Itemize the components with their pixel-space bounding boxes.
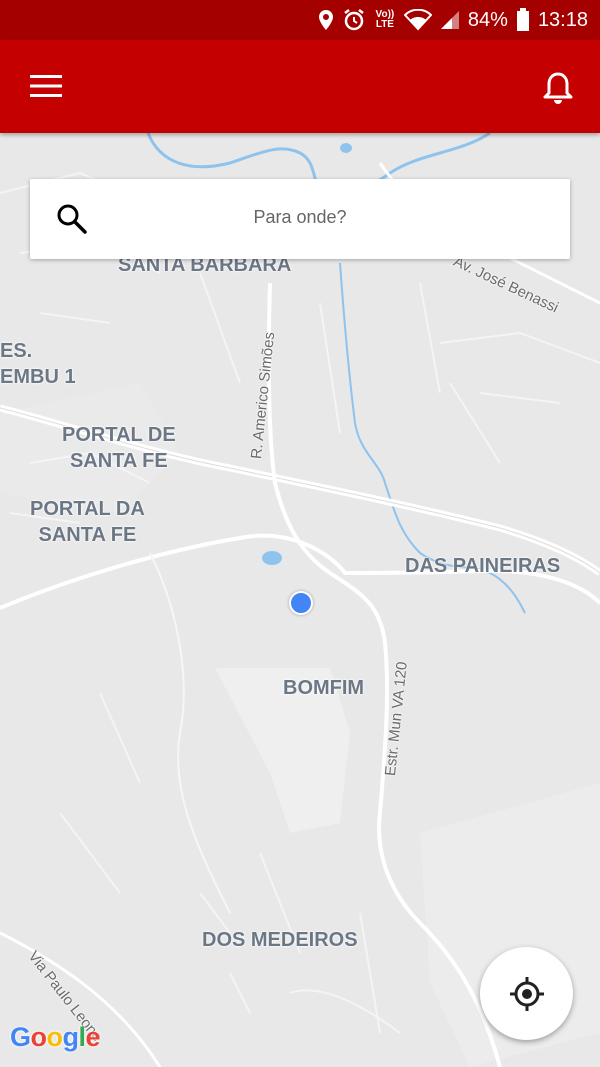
area-label-res-embu: ES. EMBU 1 [0, 340, 76, 388]
battery-percent: 84% [467, 8, 508, 31]
status-icons: Vo)) LTE 84% 13:18 [318, 0, 588, 40]
destination-search-box[interactable]: Para onde? [30, 179, 570, 259]
status-bar: Vo)) LTE 84% 13:18 [0, 0, 600, 40]
current-location-marker [289, 591, 313, 615]
area-label-portal-da-santa-fe: PORTAL DA SANTA FE [30, 498, 145, 546]
notifications-button[interactable] [534, 64, 582, 112]
volte-icon: Vo)) LTE [375, 9, 395, 30]
bell-icon [543, 72, 573, 104]
my-location-icon [509, 976, 544, 1011]
google-attribution-logo: Google [10, 1022, 101, 1052]
area-label-dos-medeiros: DOS MEDEIROS [202, 929, 358, 951]
area-label-bomfim: BOMFIM [283, 677, 365, 699]
alarm-icon [344, 9, 364, 31]
signal-icon [440, 11, 459, 29]
clock: 13:18 [537, 8, 588, 31]
area-label-portal-de-santa-fe: PORTAL DE SANTA FE [62, 424, 176, 472]
hamburger-menu-icon [30, 75, 62, 97]
area-label-das-paineiras: DAS PAINEIRAS [405, 555, 561, 577]
wifi-icon [403, 9, 432, 31]
app-bar [0, 40, 600, 133]
location-pin-icon [318, 10, 333, 30]
my-location-button[interactable] [480, 947, 573, 1040]
search-placeholder: Para onde? [253, 207, 347, 227]
battery-icon [516, 8, 529, 31]
menu-button[interactable] [22, 64, 70, 108]
